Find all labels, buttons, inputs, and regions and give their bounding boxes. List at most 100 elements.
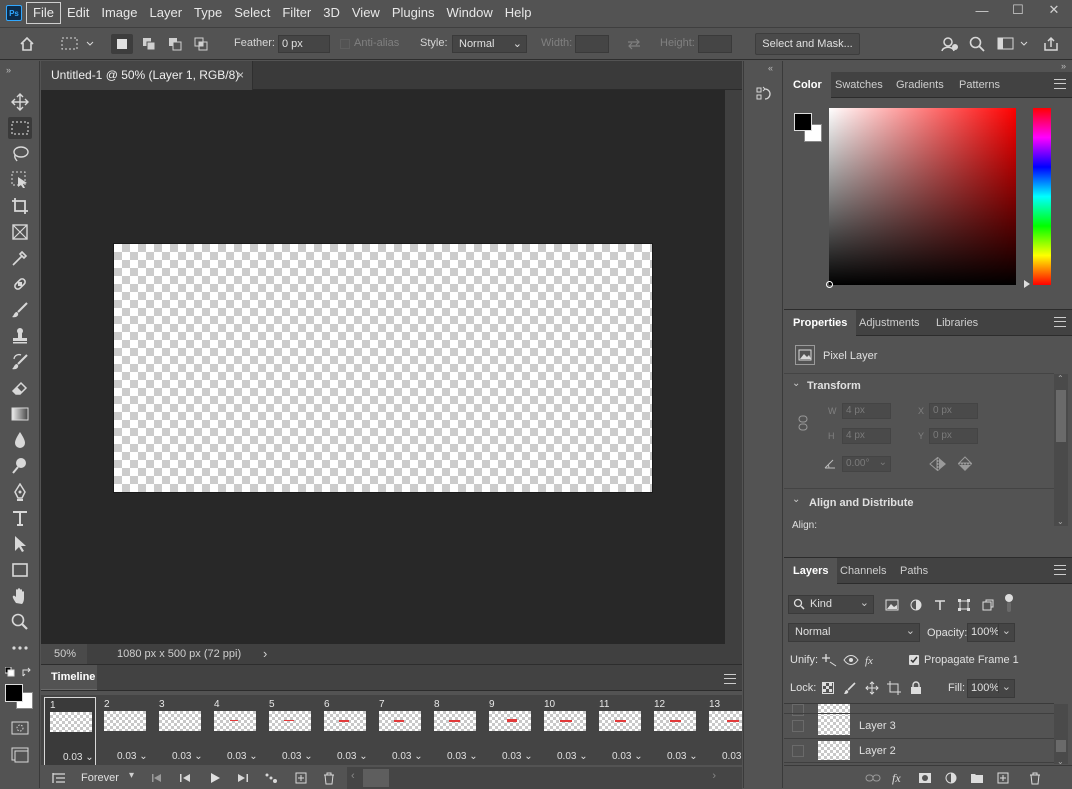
frame-13[interactable]: 130.03 ⌄ <box>704 697 742 765</box>
delete-frame-icon[interactable] <box>321 770 337 786</box>
blur-tool-icon[interactable] <box>8 429 32 451</box>
subtract-from-selection-icon[interactable] <box>164 34 186 54</box>
properties-panel-menu-icon[interactable] <box>1054 317 1066 327</box>
lock-artboard-icon[interactable] <box>886 680 902 696</box>
screen-mode-icon[interactable] <box>8 744 32 766</box>
menu-type[interactable]: Type <box>188 2 228 24</box>
foreground-color-chip[interactable] <box>794 113 812 131</box>
object-selection-tool-icon[interactable] <box>8 169 32 191</box>
saturation-brightness-field[interactable] <box>826 108 1016 288</box>
restore-button[interactable]: ☐ <box>1000 0 1036 20</box>
duplicate-frame-icon[interactable] <box>293 770 309 786</box>
new-selection-icon[interactable] <box>111 34 133 54</box>
zoom-level[interactable]: 50% <box>41 644 87 664</box>
scroll-right-icon[interactable]: › <box>712 770 716 782</box>
color-panel-menu-icon[interactable] <box>1054 79 1066 89</box>
frame-11[interactable]: 11 0.03 ⌄ <box>594 697 646 765</box>
frame-7[interactable]: 7 0.03 ⌄ <box>374 697 426 765</box>
menu-edit[interactable]: Edit <box>61 2 95 24</box>
blend-mode-select[interactable]: Normal ⌄ <box>788 623 920 642</box>
height-input[interactable] <box>698 35 732 53</box>
layer-row[interactable]: Layer 3 <box>784 713 1054 737</box>
more-tools-icon[interactable] <box>8 637 32 659</box>
dodge-tool-icon[interactable] <box>8 455 32 477</box>
fill-input[interactable]: 100% ⌄ <box>967 679 1015 698</box>
opacity-input[interactable]: 100% ⌄ <box>967 623 1015 642</box>
eyedropper-tool-icon[interactable] <box>8 247 32 269</box>
close-document-icon[interactable]: × <box>237 61 244 90</box>
frame-tool-icon[interactable] <box>8 221 32 243</box>
tab-paths[interactable]: Paths <box>900 558 928 584</box>
workspace-switcher-icon[interactable] <box>996 34 1030 54</box>
layer-filter-select[interactable]: Kind ⌄ <box>788 595 874 614</box>
layer-visibility-toggle[interactable] <box>792 745 804 757</box>
status-menu-arrow-icon[interactable]: › <box>263 646 267 661</box>
minimize-button[interactable]: — <box>964 0 1000 20</box>
color-picker-cursor[interactable] <box>826 281 833 288</box>
transform-chevron-down-icon[interactable]: ⌄ <box>792 378 800 389</box>
align-section-title[interactable]: Align and Distribute <box>809 497 914 509</box>
frame-1[interactable]: 1 0.03 ⌄ <box>44 697 96 765</box>
collapse-panels-icon[interactable]: » <box>1061 61 1066 71</box>
loop-dropdown-chevron-icon[interactable]: ▾ <box>129 770 134 781</box>
layer-name[interactable]: Layer 3 <box>859 720 896 732</box>
link-dimensions-icon[interactable] <box>798 415 808 431</box>
menu-plugins[interactable]: Plugins <box>386 2 441 24</box>
unify-visibility-icon[interactable] <box>842 652 860 668</box>
foreground-color-swatch[interactable] <box>5 684 23 702</box>
hue-slider[interactable] <box>1033 108 1051 285</box>
height-field[interactable]: 4 px <box>842 428 891 444</box>
frame-4[interactable]: 4 0.03 ⌄ <box>209 697 261 765</box>
type-tool-icon[interactable] <box>8 507 32 529</box>
filter-shape-icon[interactable] <box>956 597 972 613</box>
intersect-selection-icon[interactable] <box>190 34 212 54</box>
close-button[interactable]: ✕ <box>1036 0 1072 20</box>
layer-name[interactable]: Layer 2 <box>859 745 896 757</box>
frame-8[interactable]: 8 0.03 ⌄ <box>429 697 481 765</box>
search-icon[interactable] <box>966 34 988 54</box>
swap-colors-icon[interactable] <box>22 667 33 677</box>
tween-icon[interactable] <box>263 770 279 786</box>
timeline-menu-icon[interactable] <box>724 674 736 684</box>
default-colors-icon[interactable] <box>5 667 15 677</box>
tool-preset-picker[interactable] <box>60 34 96 54</box>
document-scrollbar[interactable] <box>725 90 742 644</box>
layers-scroll-thumb[interactable] <box>1056 740 1066 752</box>
menu-select[interactable]: Select <box>228 2 276 24</box>
frame-5[interactable]: 5 0.03 ⌄ <box>264 697 316 765</box>
clone-stamp-tool-icon[interactable] <box>8 325 32 347</box>
menu-image[interactable]: Image <box>95 2 143 24</box>
tab-layers[interactable]: Layers <box>784 558 838 584</box>
link-layers-icon[interactable] <box>864 770 882 786</box>
frame-3[interactable]: 3 0.03 ⌄ <box>154 697 206 765</box>
tab-channels[interactable]: Channels <box>840 558 886 584</box>
tab-patterns[interactable]: Patterns <box>959 72 1000 98</box>
move-tool-icon[interactable] <box>8 91 32 113</box>
swap-width-height-icon[interactable] <box>624 35 644 53</box>
timeline-tab[interactable]: Timeline <box>41 665 97 690</box>
home-icon[interactable] <box>16 34 38 54</box>
frame-12[interactable]: 12 0.03 ⌄ <box>649 697 701 765</box>
tab-swatches[interactable]: Swatches <box>835 72 883 98</box>
menu-filter[interactable]: Filter <box>276 2 317 24</box>
frame-scroll-thumb[interactable] <box>363 769 389 787</box>
eraser-tool-icon[interactable] <box>8 377 32 399</box>
properties-scroll-thumb[interactable] <box>1056 390 1066 442</box>
menu-help[interactable]: Help <box>499 2 538 24</box>
brush-tool-icon[interactable] <box>8 299 32 321</box>
quick-mask-icon[interactable] <box>8 717 32 739</box>
menu-window[interactable]: Window <box>440 2 498 24</box>
frame-6[interactable]: 6 0.03 ⌄ <box>319 697 371 765</box>
filter-pixel-icon[interactable] <box>884 597 900 613</box>
angle-field[interactable]: 0.00° ⌄ <box>842 456 891 472</box>
lock-position-icon[interactable] <box>864 680 880 696</box>
lock-image-pixels-icon[interactable] <box>842 680 858 696</box>
history-panel-icon[interactable] <box>754 83 774 105</box>
path-selection-tool-icon[interactable] <box>8 533 32 555</box>
properties-scrollbar[interactable]: ⌃ ⌄ <box>1054 374 1068 526</box>
play-icon[interactable] <box>207 770 223 786</box>
new-group-folder-icon[interactable] <box>968 770 986 786</box>
feather-input[interactable]: 0 px <box>278 35 330 53</box>
layers-scrollbar[interactable]: ⌄ <box>1054 704 1068 766</box>
frame-9[interactable]: 9 0.03 ⌄ <box>484 697 536 765</box>
